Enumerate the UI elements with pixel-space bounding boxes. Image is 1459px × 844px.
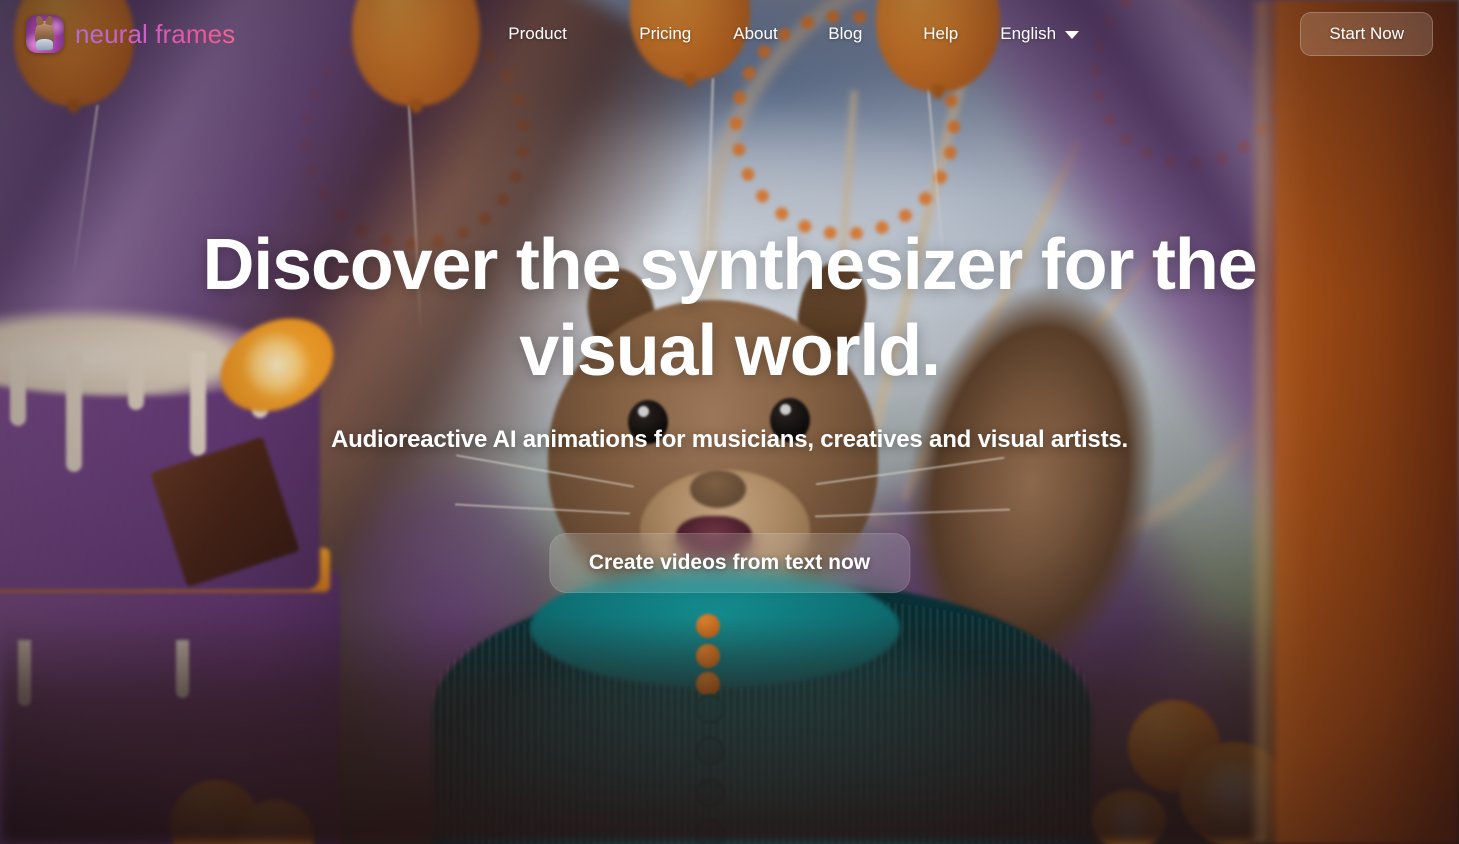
language-selector[interactable]: English	[1000, 24, 1080, 44]
nav-links: Product Pricing About Blog Help English	[508, 16, 1080, 52]
nav-link-blog[interactable]: Blog	[828, 16, 923, 52]
top-navigation-bar: neural frames Product Pricing About Blog…	[0, 0, 1459, 68]
nav-link-help[interactable]: Help	[923, 16, 981, 52]
vignette-overlay	[0, 0, 1459, 844]
brand-logo-link[interactable]: neural frames	[26, 15, 235, 53]
nav-link-about[interactable]: About	[733, 16, 828, 52]
create-videos-button[interactable]: Create videos from text now	[548, 533, 911, 593]
hero-background-image	[0, 0, 1459, 844]
logo-critter-chest	[36, 39, 53, 50]
nav-link-pricing[interactable]: Pricing	[639, 16, 733, 52]
app-logo-icon	[26, 15, 64, 53]
hero-cta-wrapper: Create videos from text now	[548, 533, 911, 593]
nav-link-product[interactable]: Product	[508, 16, 639, 52]
brand-name: neural frames	[75, 18, 236, 49]
chevron-down-icon	[1065, 31, 1080, 39]
start-now-button[interactable]: Start Now	[1300, 12, 1433, 56]
hero-section: neural frames Product Pricing About Blog…	[0, 0, 1459, 844]
language-selected-label: English	[1000, 24, 1057, 43]
